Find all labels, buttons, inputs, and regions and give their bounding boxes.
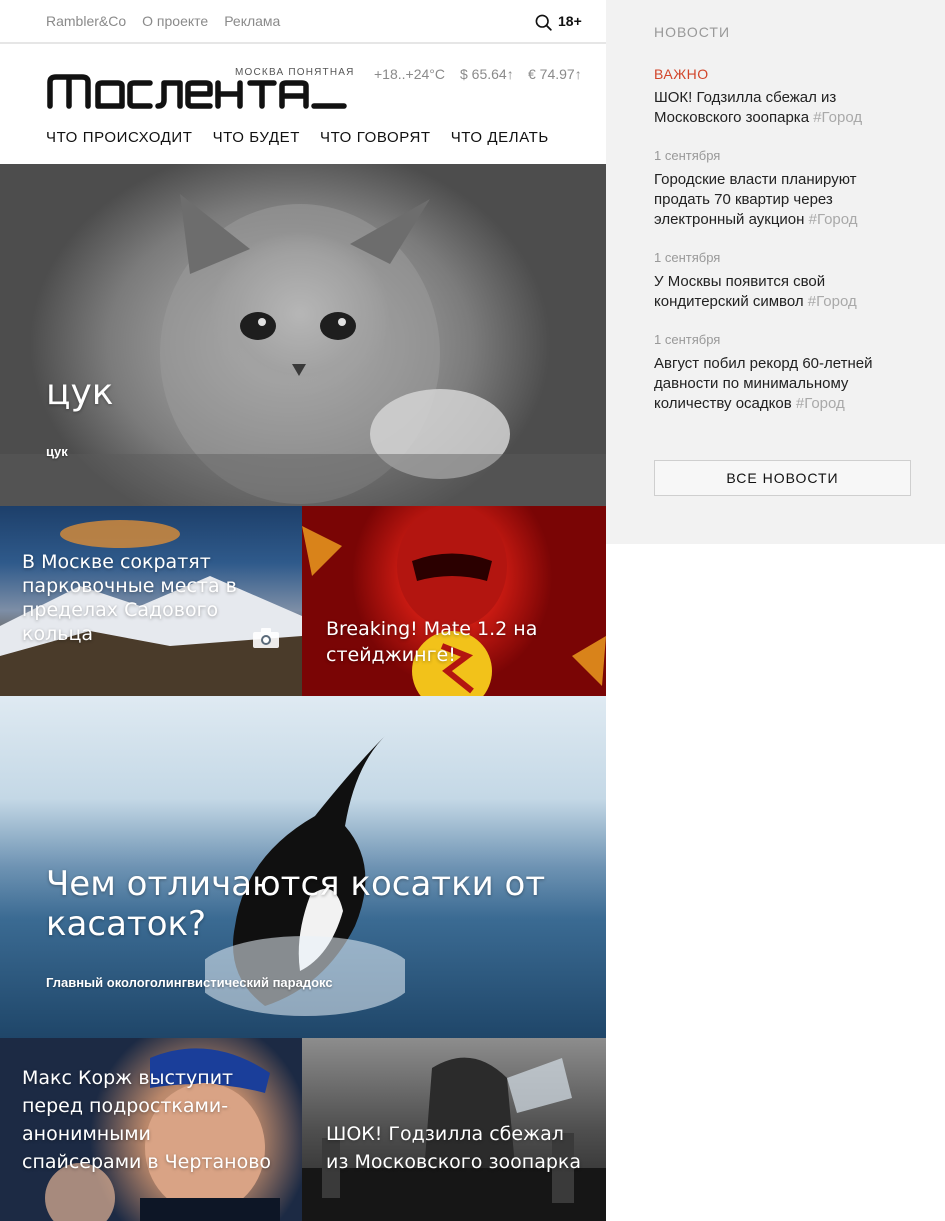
- article-tile-mate[interactable]: Breaking! Mate 1.2 на стейджинге!: [302, 506, 606, 696]
- orca-subtitle: Главный окологолингвистический парадокс: [46, 975, 333, 990]
- eur-rate: € 74.97↑: [528, 66, 582, 82]
- news-text: Городские власти планируют продать 70 кв…: [654, 170, 914, 230]
- news-item[interactable]: 1 сентября Городские власти планируют пр…: [654, 148, 914, 230]
- nav-item-todo[interactable]: ЧТО ДЕЛАТЬ: [451, 129, 549, 146]
- main-nav: ЧТО ПРОИСХОДИТ ЧТО БУДЕТ ЧТО ГОВОРЯТ ЧТО…: [46, 129, 549, 146]
- nav-item-talking[interactable]: ЧТО ГОВОРЯТ: [320, 129, 431, 146]
- orca-title: Чем отличаются косатки от касаток?: [46, 864, 546, 944]
- news-date: 1 сентября: [654, 148, 721, 163]
- article-tile-parking[interactable]: В Москве сократят парковочные места в пр…: [0, 506, 302, 696]
- link-about[interactable]: О проекте: [142, 13, 208, 29]
- news-tag[interactable]: #Город: [796, 395, 845, 412]
- article-tile-orca[interactable]: Чем отличаются косатки от касаток? Главн…: [0, 696, 606, 1038]
- site-tagline: МОСКВА ПОНЯТНАЯ: [235, 67, 355, 78]
- news-sidebar: НОВОСТИ ВАЖНО ШОК! Годзилла сбежал из Мо…: [606, 0, 945, 544]
- news-tag[interactable]: #Город: [808, 293, 857, 310]
- news-date: 1 сентября: [654, 332, 721, 347]
- nav-item-upcoming[interactable]: ЧТО БУДЕТ: [213, 129, 300, 146]
- hero-article-tile[interactable]: цук цук: [0, 164, 606, 506]
- site-header: МОСКВА ПОНЯТНАЯ +18..+24°C $ 65.64↑ € 74…: [0, 44, 606, 164]
- news-heading: НОВОСТИ: [654, 24, 731, 40]
- weather-widget[interactable]: +18..+24°C: [374, 66, 445, 82]
- nav-item-happening[interactable]: ЧТО ПРОИСХОДИТ: [46, 129, 193, 146]
- parking-title: В Москве сократят парковочные места в пр…: [22, 551, 237, 645]
- news-item[interactable]: 1 сентября У Москвы появится свой кондит…: [654, 250, 914, 312]
- mate-title: Breaking! Mate 1.2 на стейджинге!: [326, 618, 538, 666]
- age-rating-badge: 18+: [558, 13, 582, 29]
- link-rambler[interactable]: Rambler&Co: [46, 13, 126, 29]
- news-date: 1 сентября: [654, 250, 721, 265]
- korzh-title: Макс Корж выступит перед подростками-ано…: [22, 1067, 272, 1173]
- news-label-important: ВАЖНО: [654, 66, 709, 82]
- all-news-button[interactable]: ВСЕ НОВОСТИ: [654, 460, 911, 496]
- news-text: У Москвы появится свой кондитерский симв…: [654, 272, 914, 312]
- top-bar: Rambler&Co О проекте Реклама 18+: [0, 0, 606, 44]
- news-tag[interactable]: #Город: [813, 109, 862, 126]
- news-item[interactable]: ВАЖНО ШОК! Годзилла сбежал из Московског…: [654, 66, 914, 128]
- news-headline[interactable]: ШОК! Годзилла сбежал из Московского зооп…: [654, 89, 836, 126]
- kitten-image: [0, 194, 606, 506]
- top-links: Rambler&Co О проекте Реклама: [46, 13, 280, 29]
- article-tile-korzh[interactable]: Макс Корж выступит перед подростками-ано…: [0, 1038, 302, 1221]
- article-tile-godzilla[interactable]: ШОК! Годзилла сбежал из Московского зооп…: [302, 1038, 606, 1221]
- news-text: ШОК! Годзилла сбежал из Московского зооп…: [654, 88, 914, 128]
- link-ads[interactable]: Реклама: [224, 13, 280, 29]
- news-list: ВАЖНО ШОК! Годзилла сбежал из Московског…: [654, 66, 914, 434]
- usd-rate: $ 65.64↑: [460, 66, 514, 82]
- hero-subtitle: цук: [46, 444, 68, 459]
- news-item[interactable]: 1 сентября Август побил рекорд 60-летней…: [654, 332, 914, 414]
- news-headline[interactable]: У Москвы появится свой кондитерский симв…: [654, 273, 825, 310]
- news-tag[interactable]: #Город: [809, 211, 858, 228]
- search-icon[interactable]: [535, 14, 552, 31]
- hero-image: [0, 164, 606, 506]
- camera-icon: [253, 628, 279, 648]
- godzilla-title: ШОК! Годзилла сбежал из Московского зооп…: [326, 1123, 582, 1173]
- news-text: Август побил рекорд 60-летней давности п…: [654, 354, 914, 414]
- hero-title: цук: [46, 372, 114, 413]
